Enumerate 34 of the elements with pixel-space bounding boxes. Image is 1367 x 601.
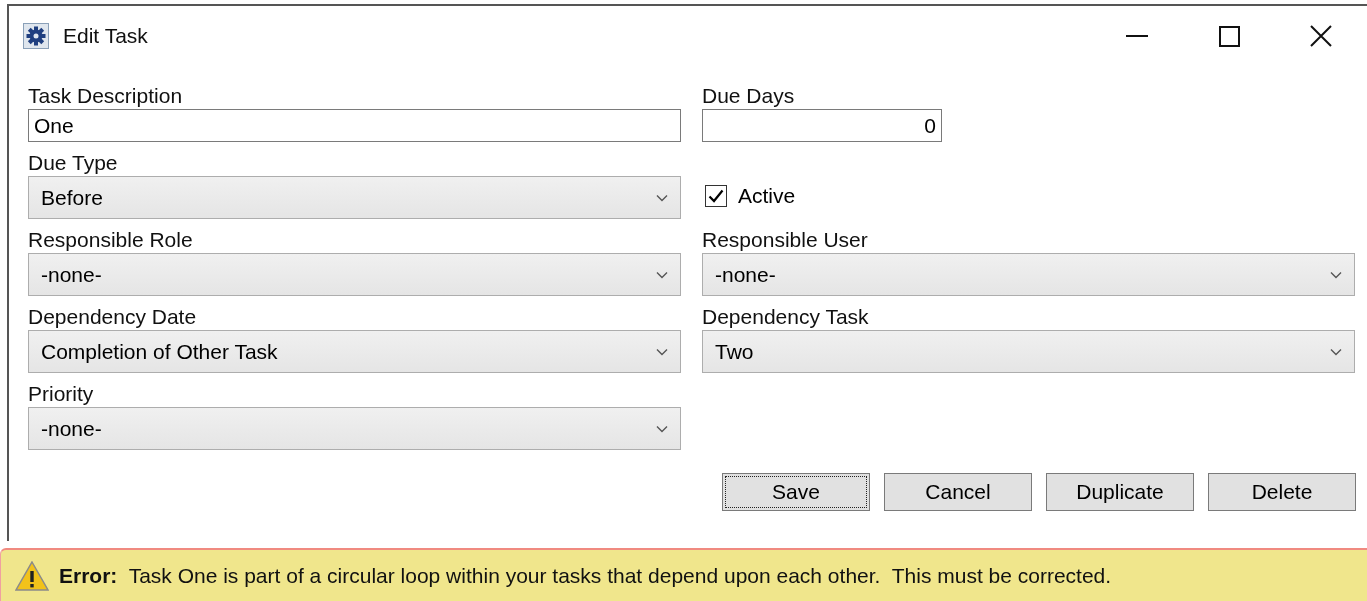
- chevron-down-icon: [1330, 270, 1342, 279]
- chevron-down-icon: [656, 270, 668, 279]
- text-field[interactable]: One: [28, 109, 681, 142]
- dropdown[interactable]: Before: [28, 176, 681, 219]
- field-label: Dependency Task: [702, 304, 869, 330]
- dropdown[interactable]: -none-: [28, 253, 681, 296]
- error-message: Error: Task One is part of a circular loop within your tasks that depend upon each other. This must be corrected.: [59, 563, 1112, 588]
- field-label: Responsible Role: [28, 227, 193, 253]
- dialog-button[interactable]: Delete: [1208, 473, 1356, 511]
- dialog-button[interactable]: Save: [722, 473, 870, 511]
- field-label: Responsible User: [702, 227, 868, 253]
- field-label: Due Days: [702, 83, 795, 109]
- close-button[interactable]: [1310, 25, 1332, 47]
- window-title: Edit Task: [63, 24, 148, 48]
- chevron-down-icon: [656, 193, 668, 202]
- checkbox-label[interactable]: Active: [738, 184, 796, 208]
- gear-icon: [23, 23, 49, 49]
- dialog-button[interactable]: Duplicate: [1046, 473, 1194, 511]
- field-label: Dependency Date: [28, 304, 197, 330]
- chevron-down-icon: [656, 347, 668, 356]
- field-label: Due Type: [28, 150, 118, 176]
- dropdown[interactable]: Completion of Other Task: [28, 330, 681, 373]
- field-label: Task Description: [28, 83, 183, 109]
- checkbox[interactable]: [705, 185, 727, 207]
- warning-icon: [15, 560, 49, 591]
- dialog-button[interactable]: Cancel: [884, 473, 1032, 511]
- dropdown[interactable]: -none-: [702, 253, 1355, 296]
- dropdown[interactable]: Two: [702, 330, 1355, 373]
- field-label: Priority: [28, 381, 94, 407]
- number-field[interactable]: 0: [702, 109, 942, 142]
- dropdown[interactable]: -none-: [28, 407, 681, 450]
- maximize-button[interactable]: [1218, 25, 1240, 47]
- chevron-down-icon: [656, 424, 668, 433]
- chevron-down-icon: [1330, 347, 1342, 356]
